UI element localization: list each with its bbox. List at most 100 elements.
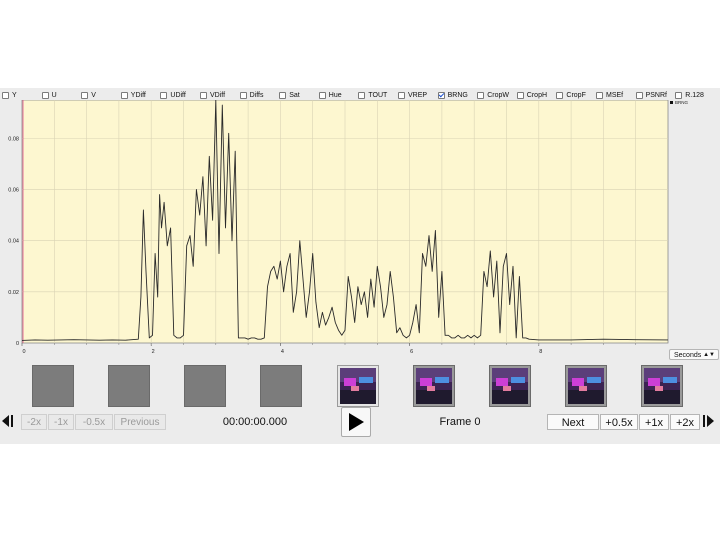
checkbox-label: U — [51, 91, 57, 99]
checkbox-label: Y — [12, 91, 17, 99]
checkbox-label: BRNG — [447, 91, 468, 99]
x-tick-label: 8 — [539, 349, 542, 355]
filter-checkbox-croph[interactable]: CropH — [516, 90, 548, 100]
x-tick-label: 4 — [281, 349, 284, 355]
checkbox-label: VDiff — [210, 91, 226, 99]
skip-back-icon[interactable] — [2, 414, 18, 428]
frame-thumbnail[interactable] — [32, 365, 74, 407]
brng-chart[interactable]: 0 0.02 0.04 0.06 0.08 0 2 4 6 8 BRNG — [0, 99, 720, 362]
x-tick-label: 0 — [22, 349, 25, 355]
skip-forward-icon[interactable] — [703, 414, 719, 428]
thumbnail-image — [568, 368, 604, 404]
filter-checkbox-psnrf[interactable]: PSNRf — [635, 90, 667, 100]
checkbox-label: TOUT — [368, 91, 388, 99]
checkbox-box[interactable] — [120, 91, 128, 99]
speed-plus-1x-button[interactable]: +1x — [639, 414, 669, 430]
checkbox-box[interactable] — [477, 91, 485, 99]
checkbox-label: Diffs — [249, 91, 264, 99]
play-icon — [349, 413, 364, 431]
filter-checkbox-v[interactable]: V — [81, 90, 96, 100]
speed-plus-half-button[interactable]: +0.5x — [600, 414, 638, 430]
qctools-window: Y U V YDiff UDiff VDiff Diffs Sat Hue TOUT VREP BRN… — [0, 88, 720, 444]
speed-minus-2x-button[interactable]: -2x — [21, 414, 47, 430]
speed-minus-1x-button[interactable]: -1x — [48, 414, 74, 430]
checkbox-label: V — [91, 91, 96, 99]
checkbox-box[interactable] — [279, 91, 287, 99]
frame-counter: Frame 0 — [439, 416, 481, 428]
checkbox-box[interactable] — [2, 91, 9, 99]
filter-checkbox-msef[interactable]: MSEf — [596, 90, 623, 100]
checkbox-label: Hue — [328, 91, 342, 99]
time-unit-value: Seconds — [674, 352, 702, 359]
checkbox-box[interactable] — [556, 91, 564, 99]
filter-checkbox-u[interactable]: U — [41, 90, 57, 100]
checkbox-box[interactable] — [437, 91, 445, 99]
checkbox-box[interactable] — [516, 91, 524, 99]
next-button[interactable]: Next — [547, 414, 599, 430]
checkbox-label: UDiff — [170, 91, 186, 99]
frame-thumbnail[interactable] — [565, 365, 607, 407]
filter-checkbox-vrep[interactable]: VREP — [398, 90, 427, 100]
checkbox-label: Sat — [289, 91, 300, 99]
filter-checkbox-y[interactable]: Y — [2, 90, 17, 100]
speed-minus-half-button[interactable]: -0.5x — [75, 414, 113, 430]
play-button[interactable] — [341, 407, 371, 437]
y-tick-label: 0.02 — [8, 290, 19, 296]
frame-thumbnail[interactable] — [641, 365, 683, 407]
frame-thumbnail[interactable] — [337, 365, 379, 407]
filter-checkbox-ydiff[interactable]: YDiff — [120, 90, 146, 100]
graph-panel: 0 0.02 0.04 0.06 0.08 0 2 4 6 8 BRNG — [0, 99, 720, 362]
filter-checkbox-cropw[interactable]: CropW — [477, 90, 509, 100]
thumbnail-image — [416, 368, 452, 404]
y-tick-label: 0 — [16, 341, 19, 347]
thumbnail-image — [340, 368, 376, 404]
checkbox-label: CropW — [487, 91, 509, 99]
checkbox-box[interactable] — [675, 91, 683, 99]
filter-checkbox-sat[interactable]: Sat — [279, 90, 300, 100]
timecode-display: 00:00:00.000 — [222, 416, 288, 428]
filter-checkbox-cropf[interactable]: CropF — [556, 90, 586, 100]
checkbox-label: CropH — [526, 91, 548, 99]
legend-swatch — [670, 101, 673, 104]
checkbox-box[interactable] — [239, 91, 247, 99]
time-unit-select[interactable]: Seconds ▲▼ — [669, 349, 719, 360]
checkbox-box[interactable] — [635, 91, 643, 99]
y-tick-label: 0.04 — [8, 239, 19, 245]
checkbox-box[interactable] — [160, 91, 168, 99]
filter-checkbox-udiff[interactable]: UDiff — [160, 90, 186, 100]
filter-checkbox-vdiff[interactable]: VDiff — [200, 90, 225, 100]
checkbox-label: PSNRf — [645, 91, 667, 99]
checkbox-box[interactable] — [358, 91, 366, 99]
checkbox-box[interactable] — [318, 91, 326, 99]
checkbox-label: MSEf — [606, 91, 624, 99]
checkbox-label: R.128 — [685, 91, 704, 99]
checkbox-box[interactable] — [200, 91, 207, 99]
frame-thumbnail[interactable] — [260, 365, 302, 407]
filter-checkbox-r-128[interactable]: R.128 — [675, 90, 704, 100]
filter-checkbox-tout[interactable]: TOUT — [358, 90, 387, 100]
select-arrows-icon: ▲▼ — [703, 352, 715, 358]
checkbox-box[interactable] — [81, 91, 89, 99]
frame-thumbnail[interactable] — [489, 365, 531, 407]
legend-label: BRNG — [675, 100, 689, 105]
y-tick-label: 0.06 — [8, 188, 19, 194]
speed-plus-2x-button[interactable]: +2x — [670, 414, 700, 430]
checkbox-box[interactable] — [398, 91, 405, 99]
filter-checkbox-diffs[interactable]: Diffs — [239, 90, 264, 100]
checkbox-box[interactable] — [41, 91, 49, 99]
frame-thumbnail[interactable] — [413, 365, 455, 407]
filter-checkbox-hue[interactable]: Hue — [318, 90, 342, 100]
thumbnail-image — [644, 368, 680, 404]
y-tick-label: 0.08 — [8, 136, 19, 142]
previous-button[interactable]: Previous — [114, 414, 166, 430]
x-tick-label: 2 — [152, 349, 155, 355]
thumbnail-image — [492, 368, 528, 404]
filter-checkbox-brng[interactable]: BRNG — [437, 90, 468, 100]
x-tick-label: 6 — [410, 349, 413, 355]
checkbox-label: CropF — [566, 91, 586, 99]
frame-thumbnail[interactable] — [184, 365, 226, 407]
checkbox-label: VREP — [408, 91, 428, 99]
checkbox-label: YDiff — [130, 91, 146, 99]
frame-thumbnail[interactable] — [108, 365, 150, 407]
checkbox-box[interactable] — [596, 91, 603, 99]
